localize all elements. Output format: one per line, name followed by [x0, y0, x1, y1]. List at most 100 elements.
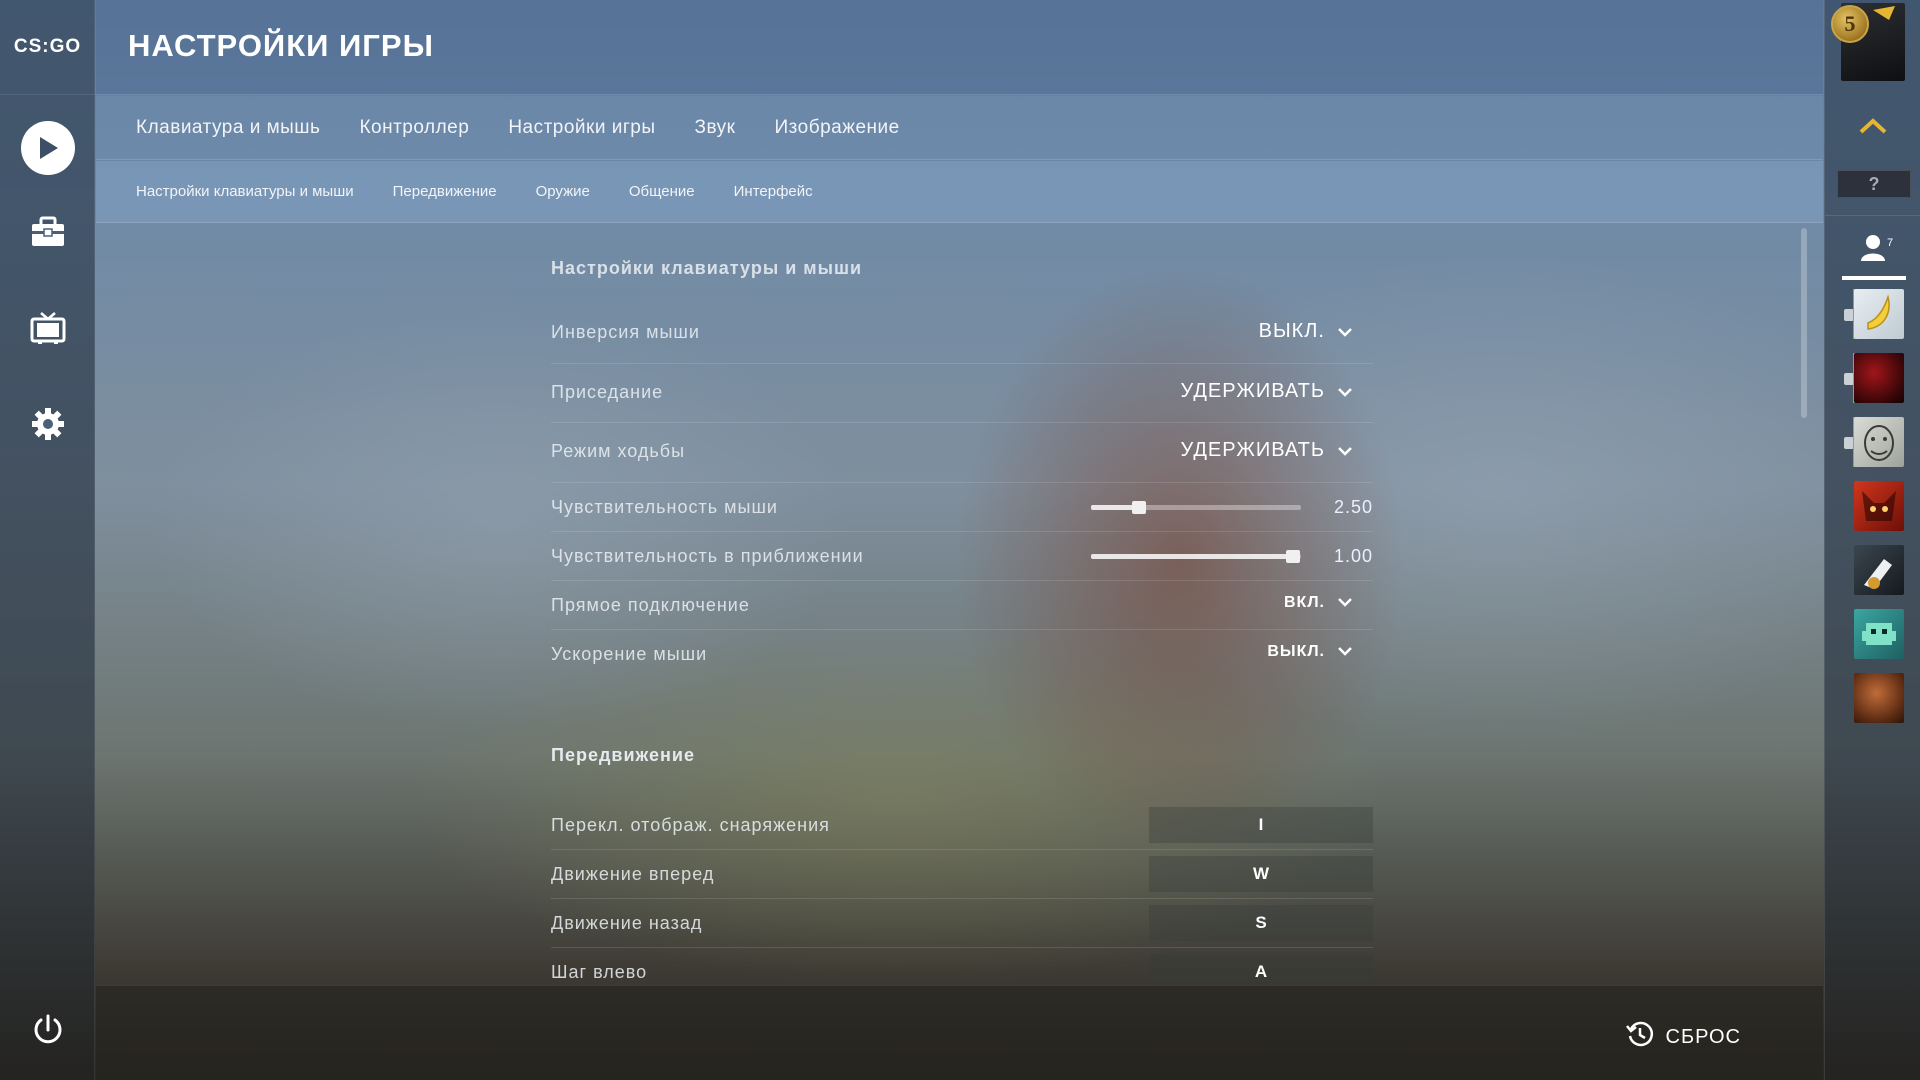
chevron-up-icon: [1858, 117, 1888, 140]
briefcase-icon: [30, 216, 66, 253]
power-icon: [31, 1013, 65, 1052]
tab-video[interactable]: Изображение: [775, 117, 900, 139]
keybind-move-back[interactable]: S: [1149, 905, 1373, 941]
pixel-creature-icon: [1862, 623, 1896, 645]
friends-underline: [1842, 276, 1906, 280]
chevron-down-icon: [1337, 594, 1353, 612]
play-button[interactable]: [0, 120, 95, 176]
keybind-value: W: [1252, 864, 1270, 883]
section-title-movement: Передвижение: [551, 745, 695, 765]
keybind-strafe-left[interactable]: A: [1149, 954, 1373, 984]
keybind-row-move-forward: Движение вперед W: [551, 850, 1373, 899]
invert-mouse-dropdown[interactable]: ВЫКЛ.: [1259, 320, 1353, 343]
setting-row-crouch: Приседание УДЕРЖИВАТЬ: [551, 364, 1373, 423]
keybind-label: Перекл. отображ. снаряжения: [551, 815, 830, 835]
slider-thumb[interactable]: [1132, 501, 1146, 514]
friend-avatar[interactable]: [1854, 545, 1904, 595]
demon-face-icon: [1862, 491, 1896, 521]
setting-label: Ускорение мыши: [551, 644, 708, 664]
csgo-logo[interactable]: CS:GO: [0, 0, 95, 95]
friend-avatar[interactable]: [1854, 673, 1904, 723]
tab-sound[interactable]: Звук: [695, 117, 736, 139]
keybind-label: Движение вперед: [551, 864, 715, 884]
keybind-label: Шаг влево: [551, 962, 648, 982]
setting-row-mouse-sensitivity: Чувствительность мыши 2.50: [551, 483, 1373, 532]
tab-game-settings[interactable]: Настройки игры: [508, 117, 655, 139]
reset-button[interactable]: СБРОС: [1625, 1020, 1741, 1054]
play-icon: [20, 121, 75, 175]
history-icon: [1625, 1020, 1654, 1054]
footer-bar: СБРОС: [96, 985, 1823, 1080]
friend-avatar[interactable]: [1854, 417, 1904, 467]
setting-label: Инверсия мыши: [551, 322, 700, 342]
dropdown-value: ВЫКЛ.: [1258, 320, 1325, 342]
banana-icon: [1867, 294, 1890, 330]
tab-keyboard-mouse[interactable]: Клавиатура и мышь: [136, 117, 320, 139]
tv-icon: [30, 311, 66, 350]
setting-row-walk-mode: Режим ходьбы УДЕРЖИВАТЬ: [551, 423, 1373, 483]
walk-mode-dropdown[interactable]: УДЕРЖИВАТЬ: [1181, 439, 1353, 462]
watch-button[interactable]: [0, 308, 95, 352]
rank-coin: 5: [1831, 5, 1869, 43]
friends-button[interactable]: [1825, 218, 1920, 280]
left-sidebar: CS:GO: [0, 0, 95, 1080]
setting-row-raw-input: Прямое подключение ВКЛ.: [551, 581, 1373, 630]
section-title-keyboard-mouse: Настройки клавиатуры и мыши: [551, 258, 863, 278]
title-bar: НАСТРОЙКИ ИГРЫ: [96, 0, 1823, 95]
subtab-interface[interactable]: Интерфейс: [734, 183, 813, 200]
setting-row-mouse-acceleration: Ускорение мыши ВЫКЛ.: [551, 630, 1373, 679]
keybind-toggle-loadout[interactable]: I: [1149, 807, 1373, 843]
person-icon: [1859, 233, 1887, 266]
power-button[interactable]: [0, 1012, 95, 1052]
friend-avatar[interactable]: [1854, 353, 1904, 403]
setting-label: Прямое подключение: [551, 595, 750, 615]
setting-label: Чувствительность в приближении: [551, 546, 864, 566]
setting-label: Приседание: [551, 382, 664, 402]
zoom-sensitivity-slider[interactable]: [1091, 550, 1301, 563]
subtab-movement[interactable]: Передвижение: [393, 183, 497, 200]
friend-avatar[interactable]: [1854, 289, 1904, 339]
subtab-communication[interactable]: Общение: [629, 183, 695, 200]
keybind-value: I: [1258, 815, 1264, 834]
mouse-acceleration-dropdown[interactable]: ВЫКЛ.: [1267, 643, 1353, 661]
settings-button[interactable]: [0, 404, 95, 448]
inventory-button[interactable]: [0, 212, 95, 256]
slider-fill: [1091, 554, 1293, 559]
friend-avatar[interactable]: [1854, 609, 1904, 659]
setting-row-zoom-sensitivity: Чувствительность в приближении 1.00: [551, 532, 1373, 581]
chevron-down-icon: [1337, 439, 1353, 462]
rank-number: 5: [1844, 11, 1856, 36]
keybind-label: Движение назад: [551, 913, 703, 933]
scrollbar[interactable]: [1801, 228, 1807, 418]
chevron-down-icon: [1337, 320, 1353, 343]
keybind-value: S: [1255, 913, 1267, 932]
dropdown-value: ВЫКЛ.: [1267, 643, 1325, 660]
sub-tabs: Настройки клавиатуры и мыши Передвижение…: [96, 161, 1823, 223]
settings-content: Настройки клавиатуры и мыши Инверсия мыш…: [96, 224, 1823, 984]
keybind-row-strafe-left: Шаг влево A: [551, 948, 1373, 984]
face-sketch-icon: [1864, 425, 1894, 461]
rank-badge-icon: [1873, 6, 1895, 20]
main-tabs: Клавиатура и мышь Контроллер Настройки и…: [96, 96, 1823, 160]
friend-avatar[interactable]: [1854, 481, 1904, 531]
help-label: ?: [1868, 173, 1880, 194]
page-title: НАСТРОЙКИ ИГРЫ: [128, 28, 434, 63]
subtab-weapons[interactable]: Оружие: [536, 183, 590, 200]
dropdown-value: УДЕРЖИВАТЬ: [1180, 380, 1325, 402]
keybind-row-move-back: Движение назад S: [551, 899, 1373, 948]
logo-text: CS:GO: [13, 36, 82, 57]
raw-input-dropdown[interactable]: ВКЛ.: [1284, 594, 1353, 612]
keybind-move-forward[interactable]: W: [1149, 856, 1373, 892]
help-button[interactable]: ?: [1837, 170, 1911, 198]
slider-thumb[interactable]: [1286, 550, 1300, 563]
setting-row-invert-mouse: Инверсия мыши ВЫКЛ.: [551, 304, 1373, 364]
subtab-keyboard-mouse-settings[interactable]: Настройки клавиатуры и мыши: [136, 183, 354, 200]
reset-label: СБРОС: [1665, 1025, 1741, 1048]
tab-controller[interactable]: Контроллер: [359, 117, 469, 139]
crouch-dropdown[interactable]: УДЕРЖИВАТЬ: [1181, 380, 1353, 403]
setting-label: Режим ходьбы: [551, 441, 686, 461]
mouse-sensitivity-slider[interactable]: [1091, 501, 1301, 514]
keybind-value: A: [1254, 962, 1268, 981]
expand-button[interactable]: [1855, 116, 1891, 140]
dropdown-value: УДЕРЖИВАТЬ: [1180, 439, 1325, 461]
